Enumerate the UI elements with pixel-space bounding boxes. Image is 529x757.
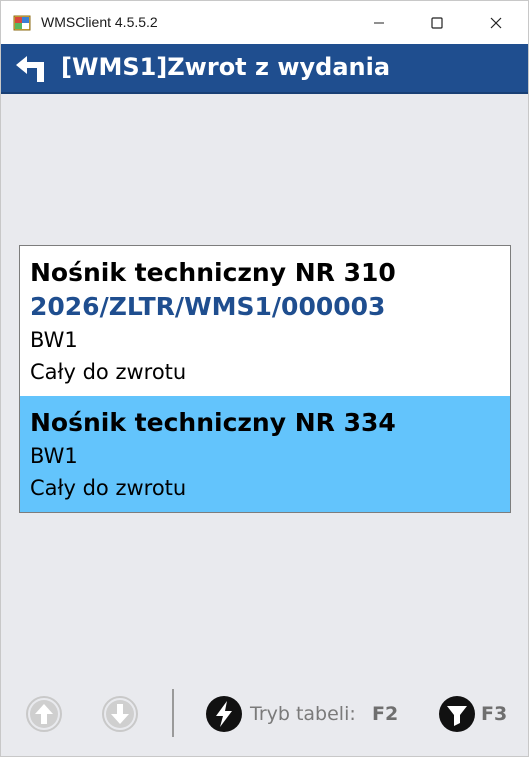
title-bar: WMSClient 4.5.5.2 bbox=[1, 1, 528, 44]
item-location: BW1 bbox=[30, 328, 78, 352]
screen-header: [WMS1]Zwrot z wydania bbox=[1, 44, 528, 94]
back-arrow-icon[interactable] bbox=[13, 52, 49, 84]
carrier-list: Nośnik techniczny NR 310 2026/ZLTR/WMS1/… bbox=[19, 245, 511, 513]
table-mode-label[interactable]: Tryb tabeli: bbox=[250, 703, 356, 725]
close-button[interactable] bbox=[467, 1, 525, 44]
page-title: [WMS1]Zwrot z wydania bbox=[61, 53, 391, 81]
lightning-icon[interactable] bbox=[205, 695, 243, 733]
item-title: Nośnik techniczny NR 310 bbox=[30, 258, 396, 287]
close-icon bbox=[490, 17, 502, 28]
filter-shortcut: F3 bbox=[481, 703, 508, 725]
arrow-down-icon[interactable] bbox=[101, 695, 139, 733]
app-window: WMSClient 4.5.5.2 [WMS1]Zwrot z wydania … bbox=[0, 0, 529, 757]
table-mode-shortcut: F2 bbox=[372, 703, 399, 725]
filter-icon[interactable] bbox=[438, 695, 476, 733]
list-item-selected[interactable]: Nośnik techniczny NR 334 BW1 Cały do zwr… bbox=[20, 396, 510, 512]
item-document-number: 2026/ZLTR/WMS1/000003 bbox=[30, 292, 386, 321]
item-title: Nośnik techniczny NR 334 bbox=[30, 408, 396, 437]
list-item[interactable]: Nośnik techniczny NR 310 2026/ZLTR/WMS1/… bbox=[20, 246, 510, 396]
app-icon bbox=[13, 15, 31, 31]
item-location: BW1 bbox=[30, 444, 78, 468]
minimize-icon bbox=[374, 22, 384, 23]
arrow-up-icon[interactable] bbox=[25, 695, 63, 733]
item-status: Cały do zwrotu bbox=[30, 476, 187, 500]
minimize-button[interactable] bbox=[350, 1, 408, 44]
window-title: WMSClient 4.5.5.2 bbox=[41, 14, 158, 30]
maximize-button[interactable] bbox=[408, 1, 466, 44]
item-status: Cały do zwrotu bbox=[30, 360, 187, 384]
toolbar-separator bbox=[172, 689, 174, 737]
maximize-icon bbox=[431, 16, 443, 29]
